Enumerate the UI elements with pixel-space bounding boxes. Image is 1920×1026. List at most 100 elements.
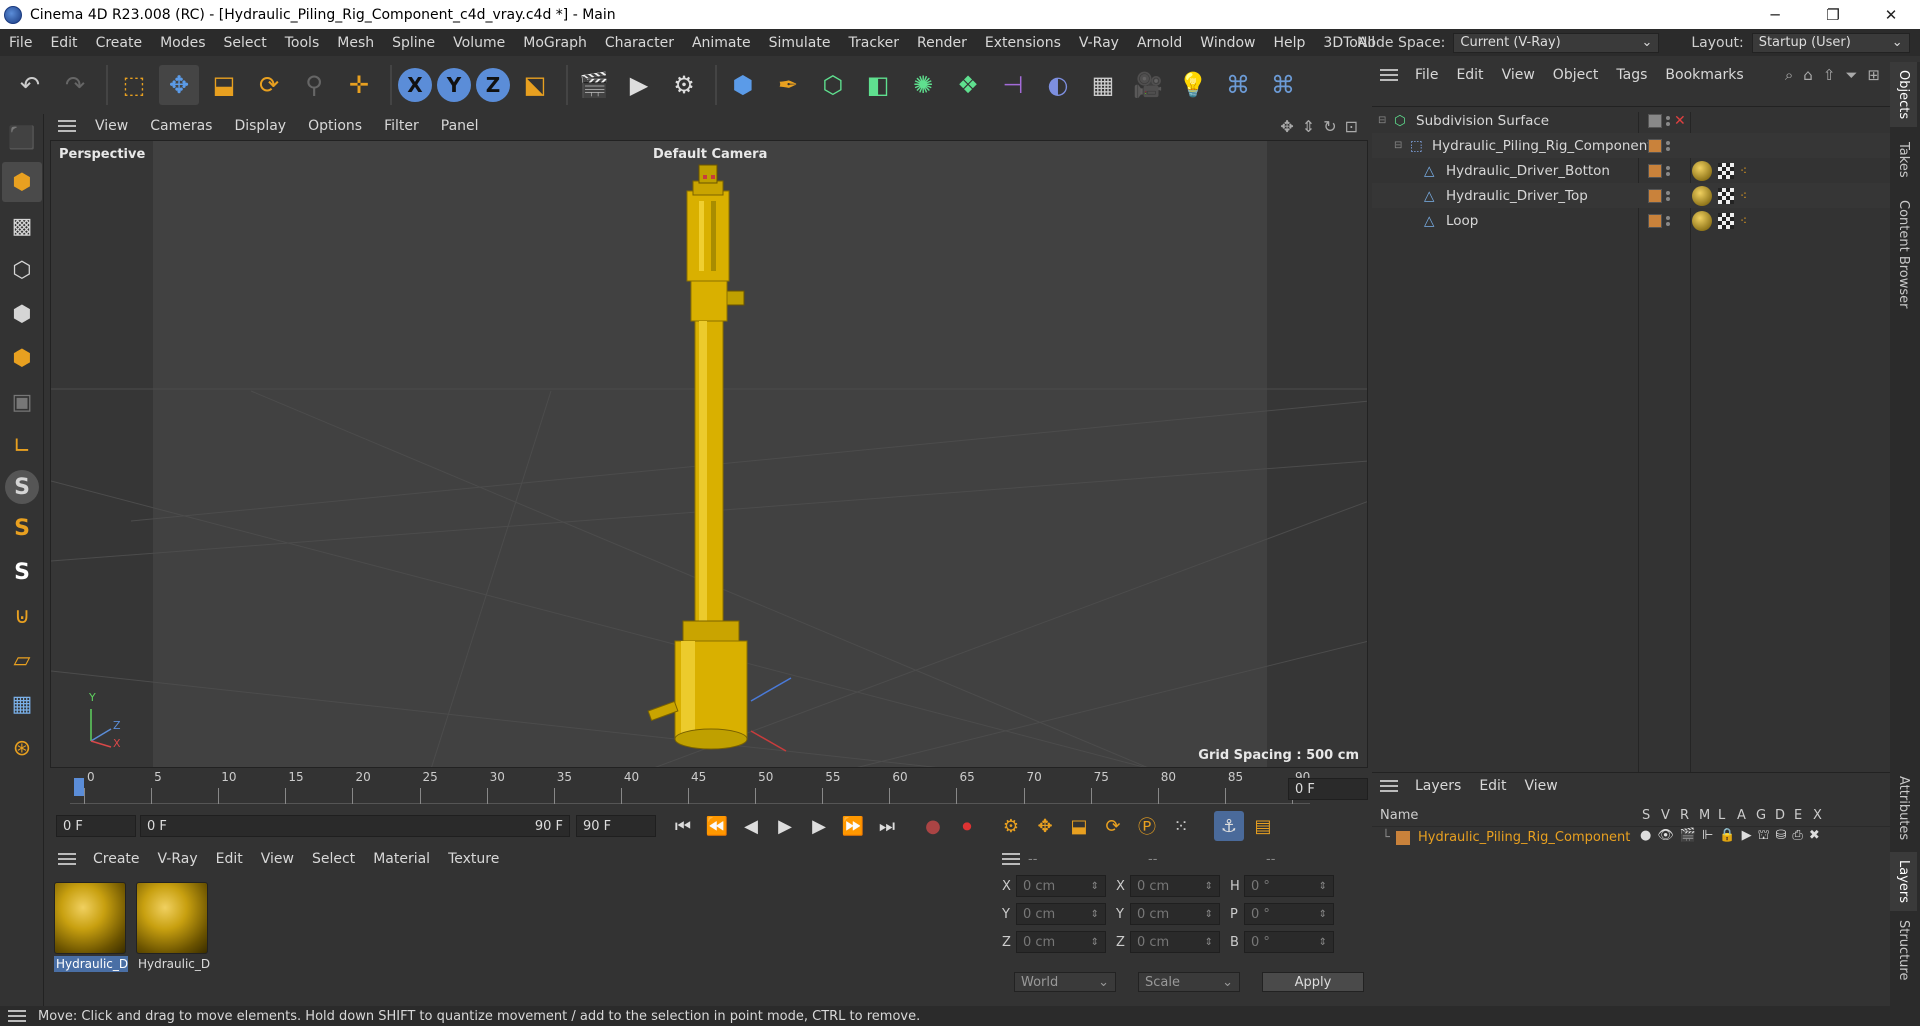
lock-icon[interactable]: 🔒: [1719, 828, 1735, 845]
extrude-icon[interactable]: ◧: [858, 65, 898, 105]
go-to-end-icon[interactable]: ⏭: [872, 811, 902, 841]
viewport-move-icon[interactable]: ✥: [1280, 117, 1293, 136]
menu-mesh[interactable]: Mesh: [328, 35, 383, 51]
previous-key-icon[interactable]: ⏪: [702, 811, 732, 841]
coord-value-field[interactable]: 0 ° ⇕: [1244, 903, 1334, 925]
material-tag-icon[interactable]: [1692, 160, 1712, 181]
new-view-icon[interactable]: ⊞: [1867, 66, 1880, 84]
layout-dropdown[interactable]: Startup (User) ⌄: [1751, 32, 1910, 53]
collapse-icon[interactable]: ⊟: [1394, 140, 1406, 151]
3d-viewport[interactable]: Perspective Default Camera Grid Spacing …: [50, 140, 1368, 768]
coord-value-field[interactable]: 0 cm ⇕: [1130, 875, 1220, 897]
menu-character[interactable]: Character: [596, 35, 683, 51]
material-menu-select[interactable]: Select: [303, 851, 364, 867]
material-menu-material[interactable]: Material: [364, 851, 439, 867]
layer-menu-edit[interactable]: Edit: [1470, 778, 1515, 794]
coord-value-field[interactable]: 0 cm ⇕: [1130, 903, 1220, 925]
pen-spline-icon[interactable]: ✒: [768, 65, 808, 105]
floor-icon[interactable]: ▦: [1083, 65, 1123, 105]
viewport-maximize-icon[interactable]: ⊡: [1345, 117, 1358, 136]
layer-column-header[interactable]: V: [1661, 808, 1670, 823]
material-menu-view[interactable]: View: [252, 851, 303, 867]
layer-color-swatch[interactable]: [1648, 138, 1662, 153]
record-icon[interactable]: ●: [918, 811, 948, 841]
viewport-menu-view[interactable]: View: [84, 118, 139, 134]
object-menu-edit[interactable]: Edit: [1447, 67, 1492, 83]
deformer-icon[interactable]: ❖: [948, 65, 988, 105]
play-icon[interactable]: ▶: [770, 811, 800, 841]
motion-system-icon[interactable]: ⚓: [1214, 811, 1244, 841]
go-to-start-icon[interactable]: ⏮: [668, 811, 698, 841]
visible-eye-icon[interactable]: 👁: [1657, 828, 1674, 845]
coord-value-field[interactable]: 0 cm ⇕: [1016, 931, 1106, 953]
start-frame-field[interactable]: 0 F: [56, 815, 136, 837]
menu-render[interactable]: Render: [908, 35, 976, 51]
frame-range-slider[interactable]: 0 F 90 F: [140, 815, 570, 837]
xref-icon[interactable]: ✖: [1809, 828, 1820, 845]
material-item[interactable]: Hydraulic_D: [54, 882, 128, 972]
redo-icon[interactable]: ↷: [55, 65, 95, 105]
snap-settings-icon[interactable]: S: [2, 508, 42, 548]
rotate-tool-icon[interactable]: ⟳: [249, 65, 289, 105]
up-arrow-icon[interactable]: ⇧: [1823, 66, 1836, 84]
workplane-icon[interactable]: ▱: [2, 640, 42, 680]
python-script-icon[interactable]: ⌘: [1263, 65, 1303, 105]
solo-icon[interactable]: ●: [1640, 828, 1651, 845]
object-row-hydraulic-piling-rig-component[interactable]: ⊟ ⬚ Hydraulic_Piling_Rig_Component: [1372, 133, 1890, 158]
object-menu-bookmarks[interactable]: Bookmarks: [1656, 67, 1752, 83]
material-thumbnail[interactable]: [136, 882, 208, 954]
menu-file[interactable]: File: [0, 35, 41, 51]
search-icon[interactable]: ⌕: [1785, 66, 1793, 84]
z-axis-icon[interactable]: Z: [476, 68, 510, 102]
viewport-menu-display[interactable]: Display: [223, 118, 297, 134]
y-axis-icon[interactable]: Y: [437, 68, 471, 102]
coord-world-dropdown[interactable]: World ⌄: [1014, 972, 1116, 992]
layer-column-header[interactable]: D: [1775, 808, 1785, 823]
viewport-menu-options[interactable]: Options: [297, 118, 373, 134]
cube-icon[interactable]: ⬢: [723, 65, 763, 105]
menu-select[interactable]: Select: [215, 35, 276, 51]
layer-row[interactable]: └ Hydraulic_Piling_Rig_Component ● 👁 🎬 ⊩…: [1372, 827, 1890, 849]
visibility-dots[interactable]: [1666, 215, 1670, 226]
coord-value-field[interactable]: 0 ° ⇕: [1244, 931, 1334, 953]
layer-menu-view[interactable]: View: [1515, 778, 1566, 794]
stepper-icon[interactable]: ⇕: [1205, 937, 1213, 948]
vray-tag-icon[interactable]: ⁖: [1740, 189, 1747, 203]
tab-takes[interactable]: Takes: [1890, 134, 1917, 186]
uvw-tag-icon[interactable]: [1718, 212, 1734, 229]
layer-column-header[interactable]: R: [1680, 808, 1689, 823]
key-parameter-icon[interactable]: Ⓟ: [1132, 811, 1162, 841]
layer-column-header[interactable]: S: [1642, 808, 1650, 823]
tab-attributes[interactable]: Attributes: [1890, 768, 1917, 848]
uvw-tag-icon[interactable]: [1718, 187, 1734, 204]
coord-hamburger-icon[interactable]: [1002, 853, 1020, 865]
timeline-playhead[interactable]: [74, 778, 84, 796]
vray-tag-icon[interactable]: ⁖: [1740, 164, 1747, 178]
object-menu-tags[interactable]: Tags: [1607, 67, 1656, 83]
object-menu-view[interactable]: View: [1493, 67, 1544, 83]
layer-color-swatch[interactable]: [1648, 163, 1662, 178]
menu-help[interactable]: Help: [1264, 35, 1314, 51]
stepper-icon[interactable]: ⇕: [1319, 881, 1327, 892]
vray-tag-icon[interactable]: ⁖: [1740, 214, 1747, 228]
menu-spline[interactable]: Spline: [383, 35, 444, 51]
uvw-tag-icon[interactable]: [1718, 162, 1734, 179]
key-position-icon[interactable]: ✥: [1030, 811, 1060, 841]
menu-create[interactable]: Create: [87, 35, 152, 51]
deformers-icon[interactable]: ⛁: [1776, 828, 1787, 845]
menu-volume[interactable]: Volume: [444, 35, 514, 51]
visibility-dots[interactable]: [1666, 115, 1670, 126]
layer-color-swatch[interactable]: [1648, 113, 1662, 128]
viewport-menu-panel[interactable]: Panel: [430, 118, 490, 134]
object-menu-object[interactable]: Object: [1544, 67, 1608, 83]
next-frame-icon[interactable]: ▶: [804, 811, 834, 841]
tab-structure[interactable]: Structure: [1890, 912, 1917, 988]
autokey-icon[interactable]: ⏺: [952, 811, 982, 841]
viewport-hamburger-icon[interactable]: [58, 120, 76, 132]
key-rotation-icon[interactable]: ⟳: [1098, 811, 1128, 841]
material-tag-icon[interactable]: [1692, 185, 1712, 206]
snap-icon[interactable]: S: [5, 470, 39, 504]
model-mode-icon[interactable]: ⬢: [2, 162, 42, 202]
animation-icon[interactable]: ▶: [1742, 828, 1752, 845]
current-frame-field[interactable]: 0 F: [1288, 778, 1368, 800]
